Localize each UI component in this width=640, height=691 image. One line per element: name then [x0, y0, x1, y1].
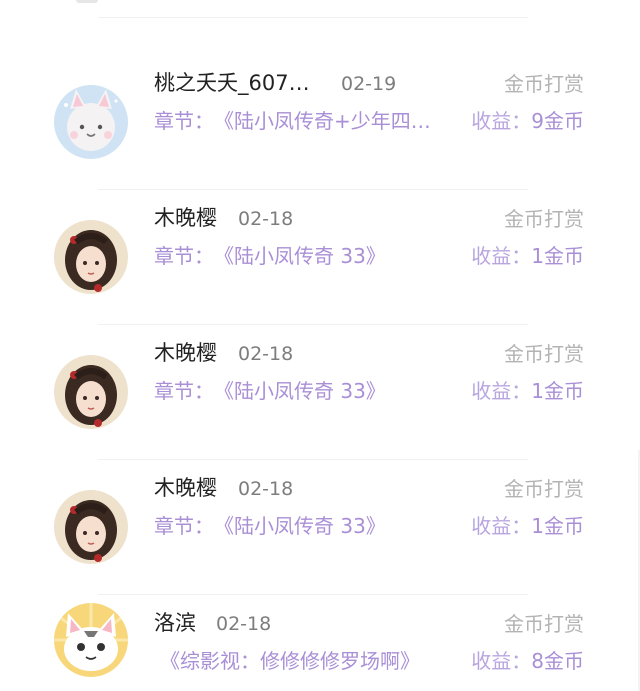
- user-name[interactable]: 木晚樱: [154, 474, 217, 502]
- reward-row[interactable]: 洛滨 02-18 金币打赏 《综影视：修修修修罗场啊》 收益：8金币: [0, 595, 640, 691]
- earnings-label: 收益：: [471, 649, 532, 673]
- user-name[interactable]: 桃之夭夭_607…: [154, 69, 310, 97]
- user-name[interactable]: 木晚樱: [154, 204, 217, 232]
- reward-row[interactable]: 木晚樱 02-18 金币打赏 章节：《陆小凤传奇 33》 收益：1金币: [0, 190, 640, 325]
- girl-avatar-icon: [54, 220, 128, 294]
- chapter-label: 章节：: [154, 514, 214, 538]
- earnings: 收益：1金币: [471, 242, 584, 270]
- earnings: 收益：9金币: [471, 107, 584, 135]
- cartoon-cat-avatar-icon: [54, 603, 128, 677]
- earnings-label: 收益：: [471, 379, 532, 403]
- chapter-link[interactable]: 章节：《陆小凤传奇 33》: [154, 242, 386, 270]
- chapter-title: 《陆小凤传奇+少年四…: [214, 109, 431, 133]
- earnings-value: 1金币: [531, 244, 584, 268]
- chapter-title: 《陆小凤传奇 33》: [214, 514, 386, 538]
- earnings-value: 8金币: [531, 649, 584, 673]
- earnings-label: 收益：: [471, 244, 532, 268]
- earnings: 收益：8金币: [471, 647, 584, 675]
- chapter-label: 章节：: [154, 244, 214, 268]
- reward-date: 02-18: [238, 343, 294, 365]
- reward-date: 02-18: [238, 208, 294, 230]
- reward-row[interactable]: 木晚樱 02-18 金币打赏 章节：《陆小凤传奇 33》 收益：1金币: [0, 460, 640, 595]
- reward-type: 金币打赏: [504, 207, 584, 231]
- chapter-link[interactable]: 《综影视：修修修修罗场啊》: [160, 647, 420, 675]
- girl-avatar-icon[interactable]: [54, 355, 128, 429]
- reward-date: 02-18: [216, 613, 272, 635]
- reward-type: 金币打赏: [504, 72, 584, 96]
- user-name[interactable]: 洛滨: [154, 609, 196, 637]
- chapter-link[interactable]: 章节：《陆小凤传奇 33》: [154, 377, 386, 405]
- reward-date: 02-18: [238, 478, 294, 500]
- reward-date: 02-19: [341, 73, 397, 95]
- reward-type: 金币打赏: [504, 342, 584, 366]
- earnings-value: 1金币: [531, 379, 584, 403]
- cat-avatar-icon[interactable]: [54, 85, 128, 159]
- girl-avatar-icon: [54, 490, 128, 564]
- girl-avatar-icon[interactable]: [54, 490, 128, 564]
- chapter-label: 章节：: [154, 379, 214, 403]
- chapter-link[interactable]: 章节：《陆小凤传奇 33》: [154, 512, 386, 540]
- user-name[interactable]: 木晚樱: [154, 339, 217, 367]
- cartoon-cat-avatar-icon[interactable]: [54, 603, 128, 677]
- cat-avatar-icon: [54, 85, 128, 159]
- earnings: 收益：1金币: [471, 512, 584, 540]
- earnings-label: 收益：: [471, 514, 532, 538]
- reward-row[interactable]: 木晚樱 02-18 金币打赏 章节：《陆小凤传奇 33》 收益：1金币: [0, 325, 640, 460]
- girl-avatar-icon: [54, 355, 128, 429]
- girl-avatar-icon[interactable]: [54, 220, 128, 294]
- chapter-link[interactable]: 章节：《陆小凤传奇+少年四…: [154, 107, 431, 135]
- reward-row[interactable]: 桃之夭夭_607… 02-19 金币打赏 章节：《陆小凤传奇+少年四… 收益：9…: [0, 55, 640, 190]
- chapter-title: 《综影视：修修修修罗场啊》: [160, 649, 420, 673]
- reward-list: 桃之夭夭_607… 02-19 金币打赏 章节：《陆小凤传奇+少年四… 收益：9…: [0, 0, 640, 691]
- chapter-label: 章节：: [154, 109, 214, 133]
- earnings: 收益：1金币: [471, 377, 584, 405]
- chapter-title: 《陆小凤传奇 33》: [214, 379, 386, 403]
- earnings-label: 收益：: [471, 109, 532, 133]
- reward-type: 金币打赏: [504, 612, 584, 636]
- earnings-value: 9金币: [531, 109, 584, 133]
- chapter-title: 《陆小凤传奇 33》: [214, 244, 386, 268]
- reward-type: 金币打赏: [504, 477, 584, 501]
- earnings-value: 1金币: [531, 514, 584, 538]
